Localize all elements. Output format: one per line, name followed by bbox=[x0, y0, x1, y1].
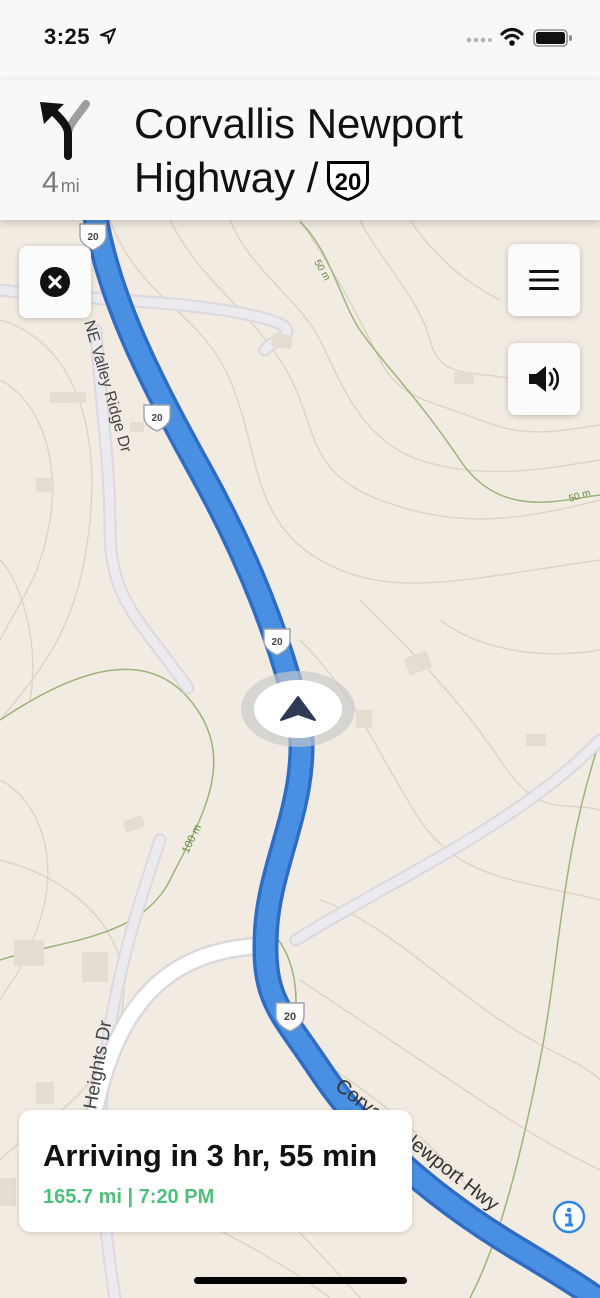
arrival-time-remaining: Arriving in 3 hr, 55 min bbox=[43, 1138, 378, 1173]
wifi-icon bbox=[500, 27, 524, 46]
location-arrow-icon bbox=[100, 28, 116, 44]
close-icon bbox=[40, 267, 70, 297]
road-name-line1: Corvallis Newport bbox=[134, 100, 464, 147]
shield-label: 20 bbox=[271, 637, 283, 648]
home-indicator[interactable] bbox=[194, 1277, 407, 1284]
road-name: Corvallis Newport Highway / 20 bbox=[134, 97, 574, 205]
distance-value: 4 bbox=[42, 166, 59, 199]
signal-icon bbox=[466, 37, 492, 43]
maneuver-distance: 4 mi bbox=[42, 166, 80, 200]
menu-icon bbox=[529, 270, 559, 290]
battery-icon bbox=[533, 29, 572, 47]
status-bar: 3:25 bbox=[0, 0, 600, 80]
shield-label: 20 bbox=[151, 413, 163, 424]
shield-number: 20 bbox=[335, 169, 362, 196]
user-location-marker bbox=[241, 671, 355, 747]
sound-button[interactable] bbox=[508, 343, 580, 415]
road-name-line2-wrap: Highway / 20 bbox=[134, 151, 574, 205]
shield-label: 20 bbox=[87, 232, 99, 243]
shield-label: 20 bbox=[284, 1011, 296, 1023]
status-time: 3:25 bbox=[44, 24, 91, 49]
us-route-shield-icon: 20 bbox=[327, 160, 370, 201]
maneuver-header: 4 mi Corvallis Newport Highway / 20 bbox=[0, 80, 600, 220]
menu-button[interactable] bbox=[508, 244, 580, 316]
distance-unit: mi bbox=[60, 176, 80, 196]
distance-and-eta: 165.7 mi | 7:20 PM bbox=[43, 1186, 215, 1208]
route-summary-card[interactable]: Arriving in 3 hr, 55 min 165.7 mi | 7:20… bbox=[19, 1110, 412, 1232]
road-name-line2: Highway / bbox=[134, 154, 319, 201]
speaker-icon bbox=[529, 366, 560, 392]
close-navigation-button[interactable] bbox=[19, 246, 91, 318]
keep-left-fork-icon bbox=[40, 100, 90, 160]
info-icon[interactable] bbox=[552, 1200, 586, 1234]
